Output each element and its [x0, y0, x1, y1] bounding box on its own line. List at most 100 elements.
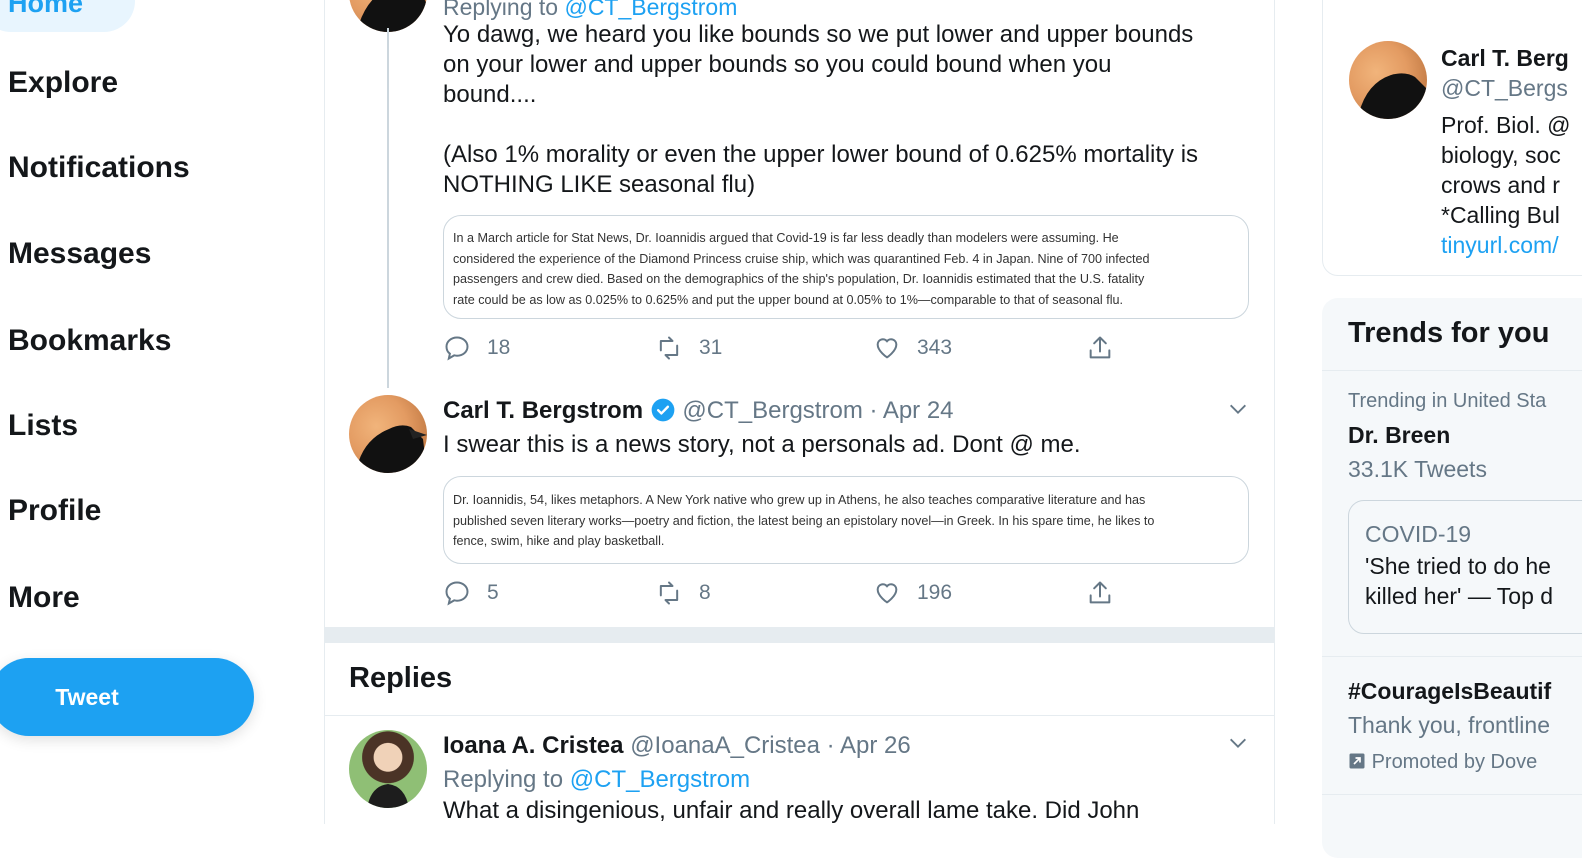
- profile-link[interactable]: tinyurl.com/: [1441, 230, 1559, 260]
- trend-card-text: killed her' — Top d: [1365, 583, 1554, 609]
- retweet-button[interactable]: 8: [655, 579, 711, 607]
- nav-item-notifications[interactable]: Notifications: [8, 151, 190, 185]
- author-name[interactable]: Carl T. Bergstrom: [443, 397, 643, 424]
- trend-news-card[interactable]: COVID-19 'She tried to do he killed her'…: [1348, 500, 1582, 634]
- like-count: 196: [917, 581, 953, 604]
- trends-card: Trends for you Trending in United Sta Dr…: [1322, 298, 1582, 858]
- nav-item-more[interactable]: More: [8, 581, 80, 615]
- quote-line: considered the experience of the Diamond…: [453, 251, 1150, 266]
- profile-avatar[interactable]: [1349, 41, 1427, 119]
- like-button[interactable]: 343: [873, 334, 952, 362]
- crow-icon: [357, 425, 427, 473]
- profile-bio-line: biology, soc: [1441, 142, 1561, 168]
- like-button[interactable]: 196: [873, 579, 952, 607]
- tweet-text: Yo dawg, we heard you like bounds so we …: [443, 20, 1263, 200]
- share-icon: [1089, 581, 1111, 604]
- quote-line: In a March article for Stat News, Dr. Io…: [453, 231, 1119, 245]
- nav-item-home[interactable]: Home: [0, 0, 135, 32]
- trend-card-text: 'She tried to do he: [1365, 553, 1551, 579]
- nav-item-explore[interactable]: Explore: [8, 66, 118, 100]
- like-count: 343: [917, 336, 953, 359]
- heart-icon: [876, 338, 898, 359]
- replying-to-handle[interactable]: @CT_Bergstrom: [570, 766, 750, 793]
- chevron-down-icon[interactable]: [1227, 732, 1249, 754]
- quoted-article-image[interactable]: Dr. Ioannidis, 54, likes metaphors. A Ne…: [443, 476, 1249, 564]
- quote-line: fence, swim, hike and play basketball.: [453, 534, 665, 548]
- sidebar-nav: Home Explore Notifications Messages Book…: [0, 0, 320, 824]
- divider: [325, 715, 1274, 716]
- profile-name[interactable]: Carl T. Berg: [1441, 43, 1569, 73]
- relevant-people-card: Carl T. Berg @CT_Bergs Prof. Biol. @ bio…: [1322, 0, 1582, 276]
- reply-author-handle[interactable]: @IoanaA_Cristea: [630, 732, 820, 759]
- replying-to-handle[interactable]: @CT_Bergstrom: [564, 0, 737, 20]
- share-button[interactable]: [1086, 579, 1114, 607]
- tweet-text-line: bound....: [443, 81, 537, 108]
- quote-line: passengers and crew died. Based on the d…: [453, 272, 1145, 286]
- tweet-text: I swear this is a news story, not a pers…: [443, 431, 1081, 458]
- crow-icon: [1359, 73, 1427, 119]
- reply-button[interactable]: 18: [443, 334, 510, 362]
- trend-name[interactable]: #CourageIsBeautif: [1348, 676, 1551, 706]
- tweet-text-line: [443, 110, 1263, 140]
- tweet-button[interactable]: Tweet: [0, 658, 254, 736]
- quote-line: published seven literary works—poetry an…: [453, 513, 1155, 528]
- trend-context: Trending in United Sta: [1348, 390, 1547, 412]
- retweet-icon: [659, 336, 679, 360]
- nav-item-messages[interactable]: Messages: [8, 237, 151, 271]
- author-avatar[interactable]: [349, 395, 427, 473]
- nav-item-home-label: Home: [8, 0, 84, 18]
- replies-heading: Replies: [349, 662, 453, 694]
- retweet-count: 31: [699, 336, 723, 359]
- replying-to-prefix: Replying to: [443, 766, 564, 793]
- divider: [1322, 794, 1582, 795]
- author-handle[interactable]: @CT_Bergstrom: [682, 397, 862, 424]
- retweet-button[interactable]: 31: [655, 334, 722, 362]
- quote-line: rate could be as low as 0.025% to 0.625%…: [453, 292, 1124, 307]
- nav-item-profile[interactable]: Profile: [8, 494, 101, 528]
- share-button[interactable]: [1086, 334, 1114, 362]
- reply-count: 5: [487, 581, 499, 604]
- tweet-text-line: (Also 1% morality or even the upper lowe…: [443, 141, 1199, 168]
- reply-text: What a disingenious, unfair and really o…: [443, 797, 1140, 824]
- tweet-date[interactable]: · Apr 24: [869, 397, 953, 424]
- reply-button[interactable]: 5: [443, 579, 499, 607]
- profile-handle[interactable]: @CT_Bergs: [1441, 73, 1568, 103]
- trend-card-topic: COVID-19: [1365, 521, 1472, 547]
- tweet-text-line: on your lower and upper bounds so you co…: [443, 51, 1112, 78]
- reply-author-name[interactable]: Ioana A. Cristea: [443, 732, 624, 759]
- share-icon: [1089, 336, 1111, 359]
- tweet-actions: 5 8 196: [443, 579, 1223, 613]
- chevron-down-icon[interactable]: [1227, 398, 1249, 420]
- verified-icon: [651, 398, 675, 422]
- reply-header: Ioana A. Cristea @IoanaA_Cristea · Apr 2…: [443, 731, 911, 761]
- reply-date[interactable]: · Apr 26: [827, 732, 911, 759]
- reply-icon: [445, 336, 469, 361]
- trend-description: Thank you, frontline: [1348, 712, 1551, 738]
- tweet-text-line: Yo dawg, we heard you like bounds so we …: [443, 21, 1194, 48]
- profile-bio-line: *Calling Bul: [1441, 202, 1560, 228]
- divider: [1322, 370, 1582, 371]
- retweet-icon: [659, 581, 679, 605]
- nav-item-bookmarks[interactable]: Bookmarks: [8, 324, 171, 358]
- quote-line: Dr. Ioannidis, 54, likes metaphors. A Ne…: [453, 493, 1146, 507]
- trend-name[interactable]: Dr. Breen: [1348, 420, 1450, 450]
- thread-line: [387, 28, 389, 388]
- profile-bio-line: crows and r: [1441, 172, 1560, 198]
- replying-to: Replying to @CT_Bergstrom: [443, 765, 750, 795]
- person-photo-icon: [367, 784, 409, 808]
- replying-to-prefix: Replying to: [443, 0, 559, 20]
- section-separator: [325, 627, 1274, 643]
- tweet-text-line: NOTHING LIKE seasonal flu): [443, 171, 756, 198]
- main-timeline: Replying to @CT_Bergstrom Yo dawg, we he…: [324, 0, 1275, 824]
- trend-count: 33.1K Tweets: [1348, 456, 1487, 482]
- right-sidebar: Carl T. Berg @CT_Bergs Prof. Biol. @ bio…: [1322, 0, 1582, 858]
- nav-item-lists[interactable]: Lists: [8, 409, 78, 443]
- tweet-header: Carl T. Bergstrom @CT_Bergstrom · Apr 24: [443, 396, 954, 426]
- trends-title: Trends for you: [1348, 317, 1550, 349]
- divider: [1322, 656, 1582, 657]
- replying-to: Replying to @CT_Bergstrom: [443, 0, 737, 22]
- reply-author-avatar[interactable]: [349, 730, 427, 808]
- promoted-text: Promoted by Dove: [1371, 751, 1538, 773]
- quoted-article-image[interactable]: In a March article for Stat News, Dr. Io…: [443, 215, 1249, 319]
- promoted-icon: [1349, 753, 1365, 769]
